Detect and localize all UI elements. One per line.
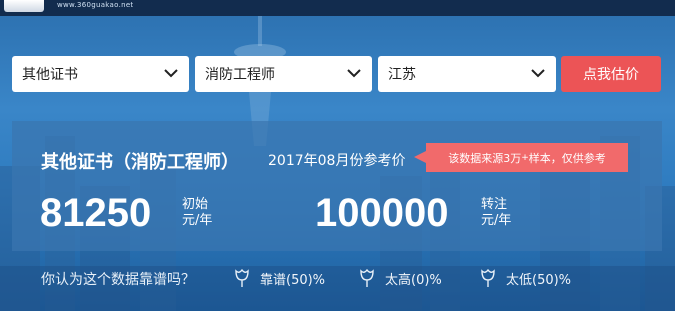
vote-too-low-label: 太低(50)% [506, 272, 572, 288]
vote-too-high-button[interactable]: 太高(0)% [357, 266, 442, 290]
flower-icon [481, 268, 495, 287]
data-source-badge: 该数据来源3万 + 样本，仅供参考 [414, 143, 628, 172]
vote-reliable-button[interactable]: 靠谱(50)% [232, 266, 325, 290]
initial-price-value: 81250 [40, 191, 152, 235]
initial-label-type: 初始 [182, 197, 209, 212]
renewal-price-value: 100000 [315, 191, 449, 235]
region-select-value: 江苏 [388, 67, 416, 83]
vote-reliable-label: 靠谱(50)% [260, 272, 326, 288]
certificate-select-value: 消防工程师 [205, 67, 275, 83]
source-note-suffix: 样本，仅供参考 [528, 151, 606, 165]
category-select-value: 其他证书 [22, 67, 78, 83]
top-header: www.360guakao.net [0, 0, 675, 16]
renewal-label-type: 转注 [481, 197, 508, 212]
site-url: www.360guakao.net [57, 1, 134, 9]
result-title: 其他证书（消防工程师） [41, 152, 239, 173]
initial-label-unit: 元/年 [182, 213, 213, 228]
renewal-price-label: 转注 元/年 [481, 197, 511, 229]
estimate-button[interactable]: 点我估价 [561, 56, 661, 92]
site-logo[interactable] [4, 0, 44, 12]
vote-too-low-button[interactable]: 太低(50)% [478, 266, 571, 290]
chevron-down-icon [531, 69, 545, 78]
certificate-select[interactable]: 消防工程师 [195, 56, 372, 92]
feedback-question: 你认为这个数据靠谱吗？ [41, 272, 195, 288]
category-select[interactable]: 其他证书 [12, 56, 189, 92]
flower-icon [235, 268, 249, 287]
source-note-prefix: 该数据来源3万 [448, 151, 522, 165]
renewal-label-unit: 元/年 [481, 213, 512, 228]
flower-icon [360, 268, 374, 287]
region-select[interactable]: 江苏 [378, 56, 556, 92]
initial-price-label: 初始 元/年 [182, 197, 212, 229]
reference-period: 2017年08月份参考价 [268, 153, 406, 169]
chevron-down-icon [347, 69, 361, 78]
vote-too-high-label: 太高(0)% [385, 272, 442, 288]
source-note-sup: + [521, 152, 529, 163]
chevron-down-icon [164, 69, 178, 78]
